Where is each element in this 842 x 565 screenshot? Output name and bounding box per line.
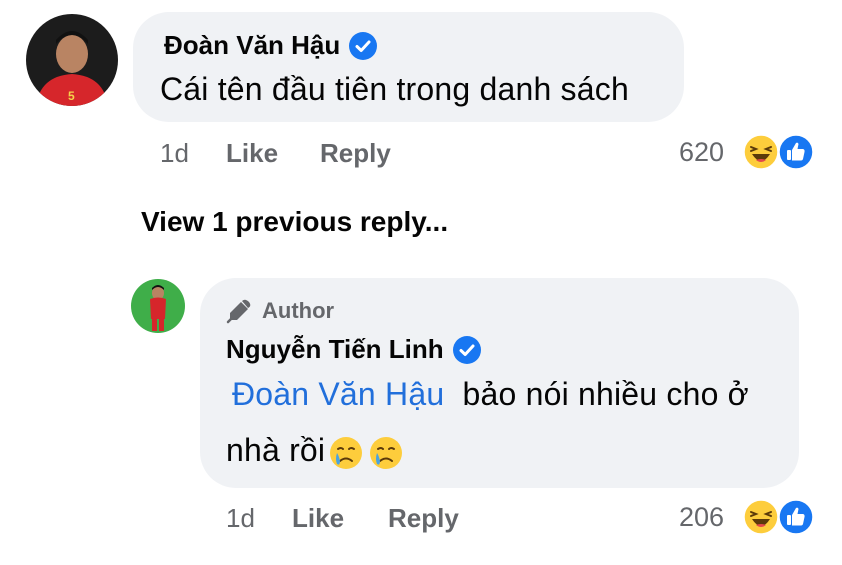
avatar-nguyen-tien-linh[interactable] [131,279,185,333]
crying-face-icon [327,434,365,472]
reply-reaction-count[interactable]: 206 [679,502,724,533]
reply-text-first: bảo nói nhiều cho ở [462,376,749,412]
like-icon[interactable] [778,499,814,535]
verified-badge-icon [348,31,378,61]
like-icon[interactable] [778,134,814,170]
reply-author[interactable]: Nguyễn Tiến Linh [226,334,482,365]
crying-face-icon [367,434,405,472]
mention-link[interactable]: Đoàn Văn Hậu [232,376,444,412]
reply-like-button[interactable]: Like [292,503,344,534]
comment-time[interactable]: 1d [160,138,189,169]
verified-badge-icon [452,335,482,365]
comment-author[interactable]: Đoàn Văn Hậu [164,30,378,61]
comment-text: Cái tên đầu tiên trong danh sách [160,71,629,107]
author-badge-label: Author [262,298,335,323]
comment-author-name[interactable]: Đoàn Văn Hậu [164,30,340,61]
reply-text-line1: Đoàn Văn Hậu bảo nói nhiều cho ở [232,376,749,413]
view-previous-replies-link[interactable]: View 1 previous reply... [141,206,448,238]
reply-text-spacer [444,376,462,412]
comment-reply-button[interactable]: Reply [320,138,391,169]
haha-icon[interactable] [743,134,779,170]
reply-text-second: nhà rồi [226,432,326,468]
reply-text-line2: nhà rồi [226,432,405,472]
reply-time[interactable]: 1d [226,503,255,534]
microphone-icon [226,299,251,324]
haha-icon[interactable] [743,499,779,535]
svg-text:5: 5 [68,89,75,103]
comment-reaction-count[interactable]: 620 [679,137,724,168]
reply-reply-button[interactable]: Reply [388,503,459,534]
author-badge: Author [226,298,334,324]
comment-like-button[interactable]: Like [226,138,278,169]
reply-author-name[interactable]: Nguyễn Tiến Linh [226,334,444,365]
avatar-doan-van-hau[interactable]: 5 [26,14,118,106]
